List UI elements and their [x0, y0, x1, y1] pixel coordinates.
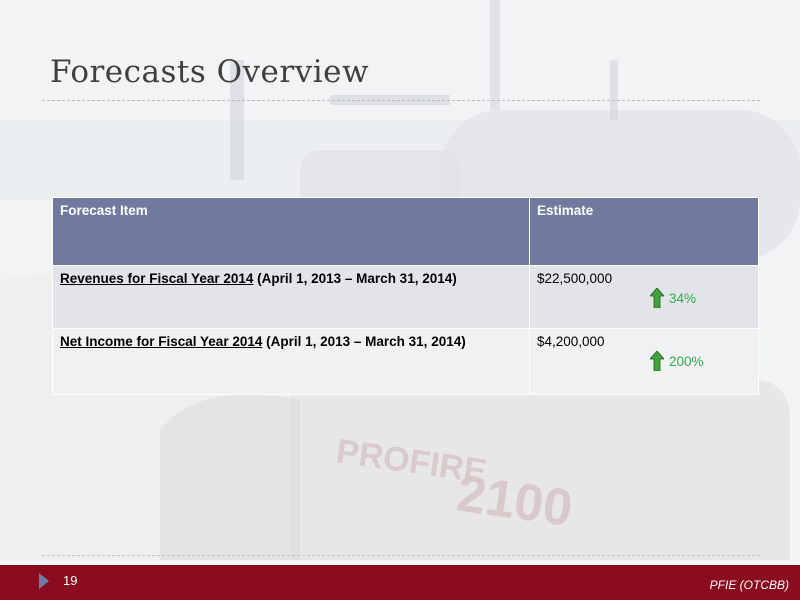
change-percent: 200%: [669, 353, 704, 369]
change-indicator: 34%: [650, 288, 696, 308]
change-indicator: 200%: [650, 351, 704, 371]
green-up-arrow-icon: [650, 288, 664, 308]
page-title: Forecasts Overview: [50, 54, 370, 90]
footer-bar: [0, 565, 800, 600]
green-up-arrow-icon: [650, 351, 664, 371]
forecast-item-cell: Net Income for Fiscal Year 2014 (April 1…: [52, 328, 530, 395]
forecast-item-period: (April 1, 2013 – March 31, 2014): [253, 271, 457, 286]
change-percent: 34%: [669, 290, 697, 306]
column-header-estimate: Estimate: [529, 197, 759, 266]
table-header-row: Forecast Item Estimate: [52, 197, 759, 266]
estimate-cell: $22,500,000 34%: [529, 265, 759, 329]
estimate-value: $4,200,000: [537, 334, 605, 349]
play-icon: [39, 573, 49, 589]
column-header-forecast-item: Forecast Item: [52, 197, 530, 266]
footer-divider: [42, 555, 760, 556]
forecast-item-period: (April 1, 2013 – March 31, 2014): [262, 334, 466, 349]
page-number: 19: [63, 573, 78, 588]
estimate-value: $22,500,000: [537, 271, 613, 286]
title-divider: [42, 100, 760, 101]
table-row: Net Income for Fiscal Year 2014 (April 1…: [52, 328, 759, 395]
estimate-cell: $4,200,000 200%: [529, 328, 759, 395]
forecast-table: Forecast Item Estimate Revenues for Fisc…: [52, 197, 759, 395]
forecast-item-cell: Revenues for Fiscal Year 2014 (April 1, …: [52, 265, 530, 329]
stock-ticker: PFIE (OTCBB): [709, 578, 789, 592]
table-row: Revenues for Fiscal Year 2014 (April 1, …: [52, 265, 759, 329]
forecast-item-name: Net Income for Fiscal Year 2014: [60, 334, 263, 349]
forecast-item-name: Revenues for Fiscal Year 2014: [60, 271, 254, 286]
